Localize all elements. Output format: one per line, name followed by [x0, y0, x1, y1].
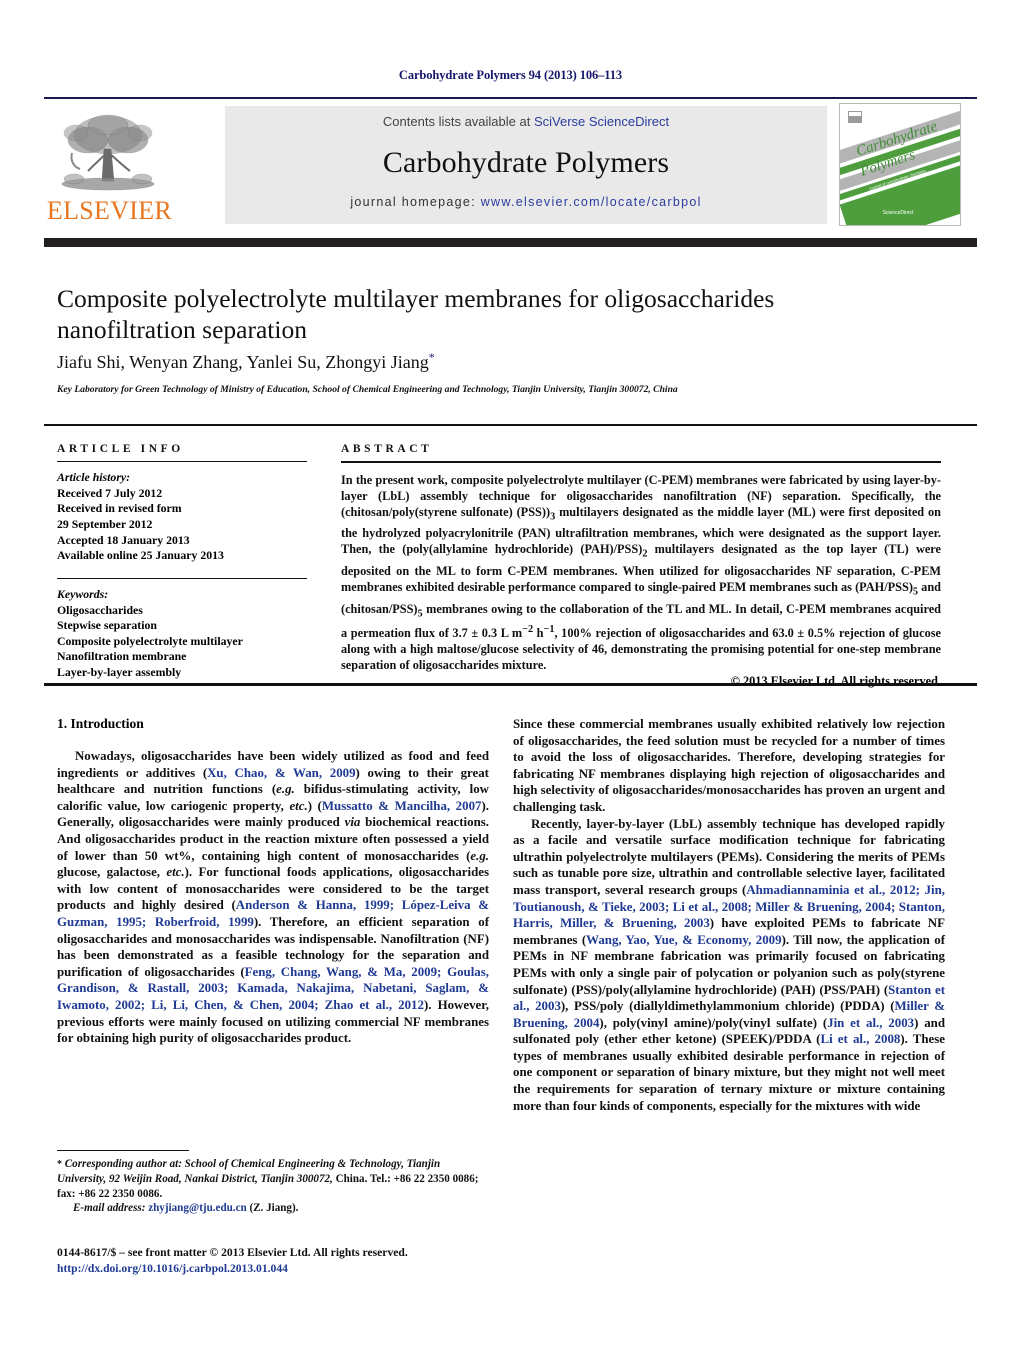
par-italic: e.g. — [470, 848, 489, 863]
section-heading-introduction: 1. Introduction — [57, 716, 144, 731]
paragraph-intro-3: Recently, layer-by-layer (LbL) assembly … — [513, 816, 945, 1115]
article-info-column: ARTICLE INFO Article history: Received 7… — [57, 443, 307, 681]
abstract-sup: −2 — [522, 624, 534, 636]
email-label: E-mail address: — [73, 1201, 146, 1214]
body-column-right: Since these commercial membranes usually… — [513, 716, 945, 1114]
par-italic: etc. — [289, 798, 308, 813]
elsevier-wordmark: ELSEVIER — [46, 196, 173, 225]
corresponding-author-footnote: * Corresponding author at: School of Che… — [57, 1157, 489, 1215]
paragraph-intro-2: Since these commercial membranes usually… — [513, 717, 945, 814]
running-head: Carbohydrate Polymers 94 (2013) 106–113 — [398, 68, 623, 82]
keyword-item: Stepwise separation — [57, 618, 157, 633]
author-list: Jiafu Shi, Wenyan Zhang, Yanlei Su, Zhon… — [57, 350, 877, 373]
svg-text:ScienceDirect: ScienceDirect — [883, 210, 914, 216]
abstract-body: In the present work, composite polyelect… — [341, 472, 941, 674]
issn-copyright-block: 0144-8617/$ – see front matter © 2013 El… — [57, 1245, 527, 1276]
citation-link[interactable]: Jin et al., 2003 — [827, 1016, 914, 1030]
article-history-item: 29 September 2012 — [57, 516, 153, 531]
abstract-divider — [341, 461, 941, 463]
journal-title: Carbohydrate Polymers — [382, 146, 670, 179]
citation-link[interactable]: Xu, Chao, & Wan, 2009 — [207, 766, 355, 780]
elsevier-logo: ELSEVIER — [44, 105, 175, 226]
author-names: Jiafu Shi, Wenyan Zhang, Yanlei Su, Zhon… — [57, 352, 429, 372]
article-history-item: Available online 25 January 2013 — [57, 548, 224, 563]
footnote-divider — [57, 1150, 189, 1152]
journal-banner: Contents lists available at SciVerse Sci… — [225, 106, 827, 224]
article-history-label: Article history: — [57, 470, 131, 485]
paragraph-intro-1: Nowadays, oligosaccharides have been wid… — [57, 748, 489, 1047]
article-history-item: Accepted 18 January 2013 — [57, 532, 190, 547]
contents-lists-prefix: Contents lists available at — [382, 114, 534, 129]
journal-article-page: Carbohydrate Polymers 94 (2013) 106–113 — [0, 0, 1021, 1351]
header-bottom-rule — [44, 238, 977, 247]
citation-link[interactable]: Mussatto & Mancilha, 2007 — [322, 799, 482, 813]
body-column-left: 1. Introduction Nowadays, oligosaccharid… — [57, 716, 489, 1047]
par-italic: via — [344, 815, 361, 830]
affiliation: Key Laboratory for Green Technology of M… — [57, 384, 678, 395]
email-suffix: (Z. Jiang). — [246, 1201, 299, 1214]
keywords-divider — [57, 577, 307, 579]
par-seg: ) ( — [307, 798, 322, 813]
contents-lists-line: Contents lists available at SciVerse Sci… — [225, 114, 827, 129]
abstract-sup: −1 — [543, 624, 555, 636]
par-italic: etc. — [166, 865, 185, 880]
par-italic: e.g. — [276, 782, 295, 797]
keywords-label: Keywords: — [57, 586, 109, 601]
article-info-divider — [57, 461, 307, 463]
keywords-block: Keywords: Oligosaccharides Stepwise sepa… — [57, 577, 307, 681]
keyword-item: Nanofiltration membrane — [57, 649, 187, 664]
par-seg: ), poly(vinyl amine)/poly(vinyl sulfate)… — [599, 1015, 828, 1030]
article-info-heading: ARTICLE INFO — [57, 443, 184, 455]
par-seg: glucose, galactose, — [57, 865, 167, 880]
abstract-heading: ABSTRACT — [341, 443, 433, 455]
doi-link[interactable]: http://dx.doi.org/10.1016/j.carbpol.2013… — [57, 1261, 527, 1277]
email-link[interactable]: zhyjiang@tju.edu.cn — [148, 1202, 246, 1214]
keyword-item: Layer-by-layer assembly — [57, 664, 182, 679]
citation-link[interactable]: Wang, Yao, Yue, & Economy, 2009 — [586, 933, 781, 947]
sciencedirect-link[interactable]: SciVerse ScienceDirect — [534, 114, 669, 129]
homepage-link[interactable]: www.elsevier.com/locate/carbpol — [481, 195, 702, 209]
issn-line: 0144-8617/$ – see front matter © 2013 El… — [57, 1246, 408, 1259]
article-history-item: Received 7 July 2012 — [57, 485, 163, 500]
footnote-email-row: E-mail address: zhyjiang@tju.edu.cn (Z. … — [73, 1201, 489, 1215]
abstract-column: ABSTRACT In the present work, composite … — [341, 443, 941, 689]
journal-header-band: ELSEVIER Contents lists available at Sci… — [44, 103, 977, 226]
header-top-rule — [44, 97, 977, 99]
cover-art: Carbohydrate Polymers journal of carbohy… — [840, 104, 960, 225]
abstract-copyright: © 2013 Elsevier Ltd. All rights reserved… — [730, 674, 941, 689]
page-title: Composite polyelectrolyte multilayer mem… — [57, 284, 775, 344]
par-seg: ), PSS/poly (diallyldimethylammonium chl… — [560, 999, 895, 1014]
abstract-section-bottom-rule — [44, 683, 977, 686]
homepage-prefix: journal homepage: — [350, 195, 481, 209]
journal-cover-thumbnail: Carbohydrate Polymers journal of carbohy… — [839, 103, 961, 226]
journal-homepage-line: journal homepage: www.elsevier.com/locat… — [225, 195, 827, 209]
abstract-section-top-rule — [44, 424, 977, 426]
elsevier-tree-icon — [61, 114, 155, 191]
keyword-item: Composite polyelectrolyte multilayer — [57, 633, 243, 648]
corresponding-author-marker: * — [428, 350, 435, 364]
citation-link[interactable]: Li et al., 2008 — [820, 1032, 900, 1046]
article-history-item: Received in revised form — [57, 501, 182, 516]
abstract-seg: h — [533, 626, 544, 641]
keyword-item: Oligosaccharides — [57, 602, 143, 617]
